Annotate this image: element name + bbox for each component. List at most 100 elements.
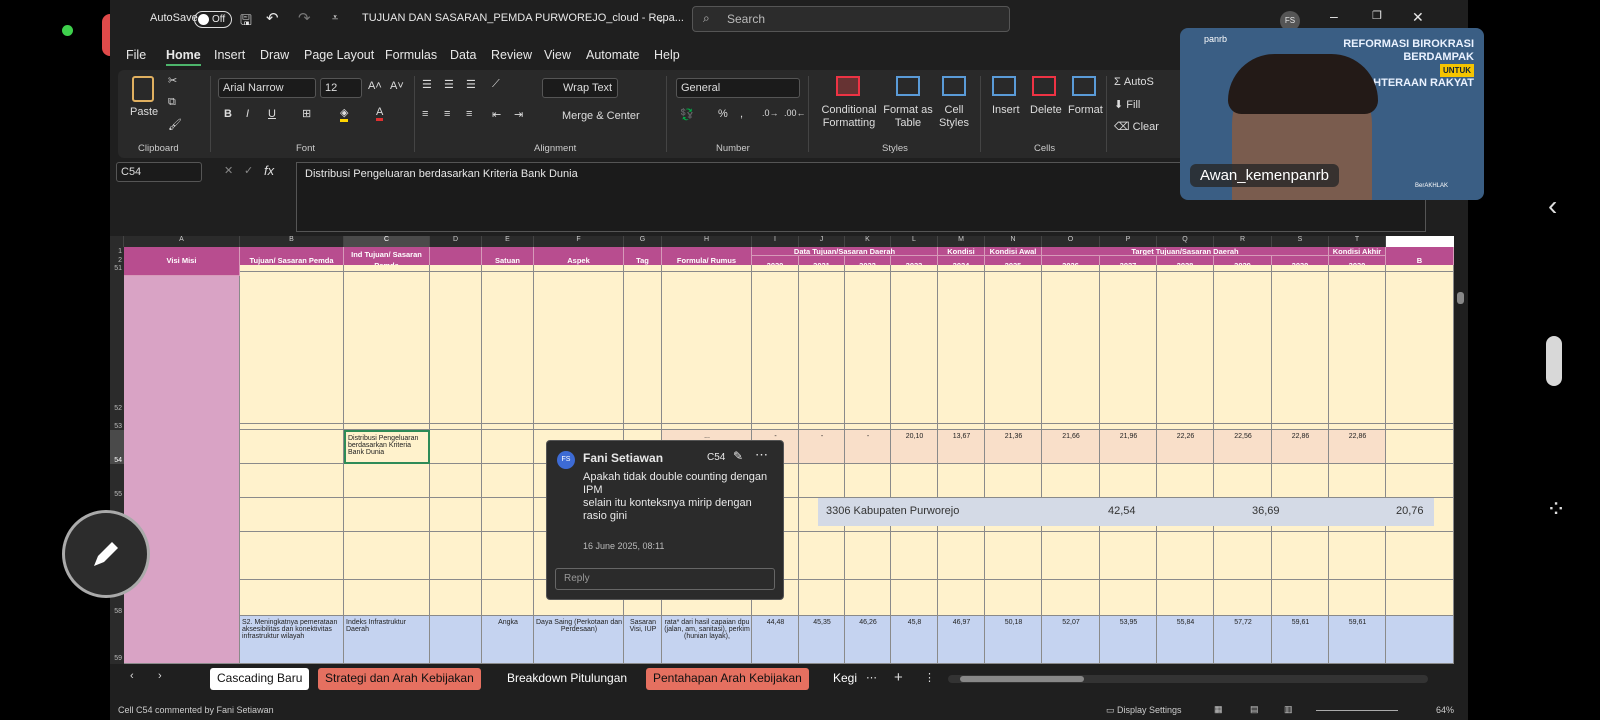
grid-cell[interactable] bbox=[1100, 532, 1157, 580]
zoom-slider[interactable] bbox=[1316, 710, 1398, 711]
grid-cell[interactable] bbox=[985, 272, 1042, 424]
grid-cell[interactable] bbox=[430, 532, 482, 580]
format-painter-icon[interactable]: 🖌 bbox=[168, 118, 182, 131]
grid-cell[interactable] bbox=[1329, 272, 1386, 424]
edit-comment-icon[interactable]: ✎ bbox=[733, 449, 743, 463]
grid-cell[interactable] bbox=[938, 580, 985, 616]
grid-cell-extra[interactable] bbox=[1386, 580, 1454, 616]
grid-cell-extra[interactable] bbox=[1386, 464, 1454, 498]
minimize-icon[interactable]: – bbox=[1330, 8, 1338, 24]
search-input[interactable]: ⌕ Search bbox=[692, 6, 1010, 32]
grid-cell[interactable] bbox=[1100, 464, 1157, 498]
grid-cell[interactable] bbox=[1100, 265, 1157, 272]
grid-cell[interactable] bbox=[534, 272, 624, 424]
sheet-tab-kegi[interactable]: Kegi bbox=[826, 668, 864, 690]
grid-cell-extra[interactable] bbox=[1386, 532, 1454, 580]
column-header[interactable]: C bbox=[344, 236, 430, 247]
paste-icon[interactable] bbox=[132, 76, 154, 102]
grid-cell[interactable] bbox=[1157, 532, 1214, 580]
delete-cells-button[interactable]: Delete bbox=[1030, 104, 1062, 116]
column-header[interactable]: F bbox=[534, 236, 624, 247]
column-header[interactable]: L bbox=[891, 236, 938, 247]
zoom-level[interactable]: 64% bbox=[1436, 705, 1454, 715]
grid-cell[interactable] bbox=[1042, 265, 1100, 272]
font-name-dropdown[interactable]: Arial Narrow bbox=[218, 78, 316, 98]
grid-cell[interactable] bbox=[1214, 532, 1272, 580]
insert-cells-icon[interactable] bbox=[992, 76, 1016, 96]
column-header[interactable]: E bbox=[482, 236, 534, 247]
grid-cell[interactable] bbox=[1157, 265, 1214, 272]
tab-formulas[interactable]: Formulas bbox=[385, 48, 437, 62]
annotate-button[interactable] bbox=[62, 510, 150, 598]
autosum-button[interactable]: Σ AutoS bbox=[1114, 76, 1154, 88]
tab-home[interactable]: Home bbox=[166, 48, 201, 66]
grid-cell[interactable] bbox=[891, 272, 938, 424]
page-break-view-icon[interactable]: ▥ bbox=[1284, 704, 1293, 715]
grid-cell[interactable] bbox=[1329, 580, 1386, 616]
grid-cell[interactable] bbox=[482, 532, 534, 580]
horizontal-scrollbar[interactable] bbox=[948, 675, 1428, 683]
grid-cell[interactable] bbox=[845, 265, 891, 272]
grid-cell[interactable] bbox=[240, 580, 344, 616]
grid-cell[interactable] bbox=[430, 265, 482, 272]
column-header[interactable]: O bbox=[1042, 236, 1100, 247]
conditional-formatting-button[interactable]: Conditional Formatting bbox=[816, 104, 882, 130]
grid-cell[interactable] bbox=[1214, 464, 1272, 498]
comment-card[interactable]: FS Fani Setiawan C54 ✎ ⋯ Apakah tidak do… bbox=[546, 440, 784, 600]
format-as-table-button[interactable]: Format as Table bbox=[882, 104, 934, 130]
align-bottom-icon[interactable]: ☰ bbox=[466, 78, 476, 91]
insert-cells-button[interactable]: Insert bbox=[992, 104, 1020, 116]
currency-icon[interactable]: 💱 bbox=[680, 108, 694, 121]
delete-cells-icon[interactable] bbox=[1032, 76, 1056, 96]
scrollbar-thumb[interactable] bbox=[1457, 292, 1464, 304]
column-header[interactable]: H bbox=[662, 236, 752, 247]
grid-cell[interactable] bbox=[430, 580, 482, 616]
tab-draw[interactable]: Draw bbox=[260, 48, 289, 62]
grid-cell[interactable] bbox=[938, 272, 985, 424]
redo-icon[interactable]: ↷ bbox=[298, 9, 311, 27]
grid-cell[interactable] bbox=[845, 272, 891, 424]
merge-center-button[interactable]: Merge & Center bbox=[562, 110, 640, 122]
font-color-icon[interactable]: A bbox=[376, 106, 384, 121]
align-center-icon[interactable]: ≡ bbox=[444, 108, 450, 120]
font-size-dropdown[interactable]: 12 bbox=[320, 78, 362, 98]
grid-cell[interactable] bbox=[624, 272, 662, 424]
sheet-options-icon[interactable]: ⋮ bbox=[924, 671, 935, 684]
grid-cell[interactable] bbox=[938, 464, 985, 498]
grid-cell[interactable] bbox=[482, 430, 534, 464]
column-header[interactable]: P bbox=[1100, 236, 1157, 247]
sheet-tab-cascading-baru[interactable]: Cascading Baru bbox=[210, 668, 310, 690]
sheet-tab-pentahapan[interactable]: Pentahapan Arah Kebijakan bbox=[646, 668, 809, 690]
function-icon[interactable]: fx bbox=[264, 163, 274, 178]
cell-styles-icon[interactable] bbox=[942, 76, 966, 96]
grid-cell[interactable] bbox=[624, 265, 662, 272]
grid-cell[interactable] bbox=[752, 272, 799, 424]
row-header[interactable]: 55 bbox=[110, 464, 124, 498]
column-header[interactable]: B bbox=[240, 236, 344, 247]
grid-cell[interactable] bbox=[1272, 272, 1329, 424]
column-header[interactable]: D bbox=[430, 236, 482, 247]
normal-view-icon[interactable]: ▦ bbox=[1214, 704, 1223, 715]
column-header[interactable]: A bbox=[124, 236, 240, 247]
enter-icon[interactable]: ✓ bbox=[244, 164, 253, 177]
tab-automate[interactable]: Automate bbox=[586, 48, 640, 62]
tab-view[interactable]: View bbox=[544, 48, 571, 62]
apps-grid-icon[interactable]: ⁘ bbox=[1546, 498, 1566, 522]
bold-icon[interactable]: B bbox=[224, 108, 232, 120]
more-options-icon[interactable]: ⋯ bbox=[755, 447, 768, 463]
grid-cell[interactable] bbox=[938, 265, 985, 272]
cell-styles-button[interactable]: Cell Styles bbox=[932, 104, 976, 130]
format-as-table-icon[interactable] bbox=[896, 76, 920, 96]
grid-cell[interactable] bbox=[662, 272, 752, 424]
paste-button[interactable]: Paste bbox=[130, 106, 158, 118]
undo-icon[interactable]: ↶ bbox=[266, 9, 279, 27]
prev-sheet-icon[interactable]: ‹ bbox=[130, 670, 134, 682]
grid-cell-extra[interactable] bbox=[1386, 265, 1454, 272]
title-chevron-icon[interactable]: ⌄ bbox=[656, 12, 665, 25]
more-sheets-icon[interactable]: ⋯ bbox=[866, 671, 877, 684]
grid-cell[interactable] bbox=[344, 498, 430, 532]
display-settings-button[interactable]: ▭ Display Settings bbox=[1106, 705, 1182, 716]
vertical-scrollbar[interactable] bbox=[1454, 236, 1468, 664]
grid-cell[interactable] bbox=[482, 498, 534, 532]
increase-decimal-icon[interactable]: .0→ bbox=[762, 108, 779, 118]
